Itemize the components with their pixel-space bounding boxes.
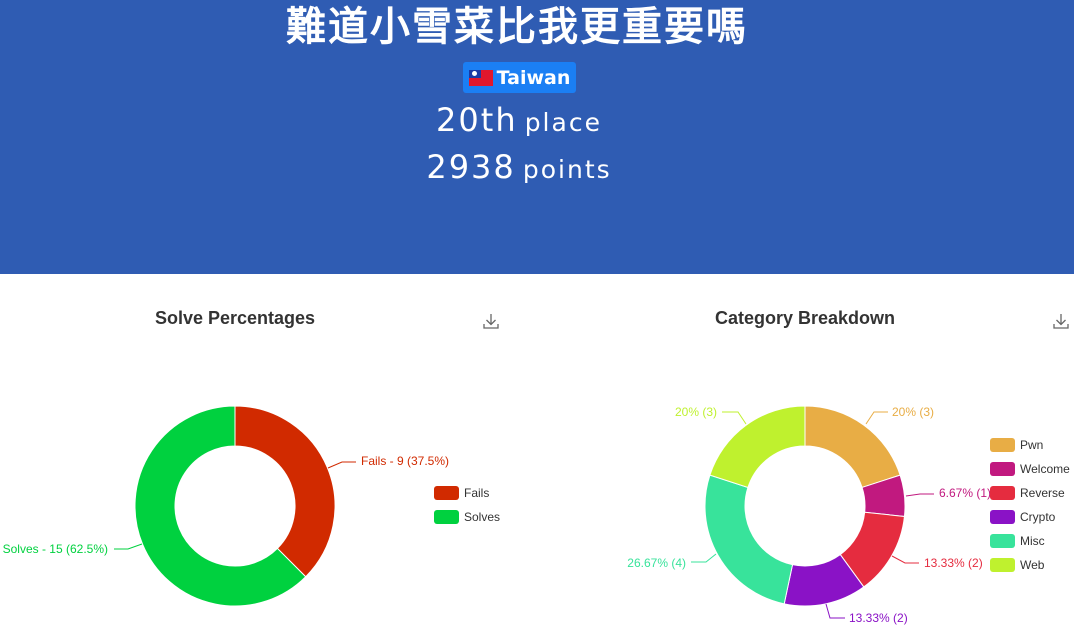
data-label-reverse: 13.33% (2) [924, 556, 983, 570]
country-badge[interactable]: Taiwan [463, 62, 576, 93]
team-points: 2938 points [0, 147, 1074, 193]
data-label-welcome: 6.67% (1) [939, 486, 991, 500]
category-breakdown-title: Category Breakdown [714, 308, 896, 328]
data-label-crypto: 13.33% (2) [849, 611, 908, 625]
legend-item-misc[interactable]: Misc [1020, 534, 1045, 548]
legend-swatch-solves[interactable] [434, 510, 459, 524]
leader-line-fails [327, 461, 356, 469]
legend-item-pwn[interactable]: Pwn [1020, 438, 1043, 452]
leader-line-web [722, 411, 747, 425]
slice-web[interactable] [709, 405, 806, 489]
legend-item-web[interactable]: Web [1020, 558, 1045, 572]
legend-swatch-crypto[interactable] [990, 510, 1015, 524]
legend-swatch-fails[interactable] [434, 486, 459, 500]
team-header: 難道小雪菜比我更重要嗎 Taiwan 20th place 2938 point… [0, 0, 1074, 274]
legend-swatch-reverse[interactable] [990, 486, 1015, 500]
slice-misc[interactable] [704, 474, 794, 605]
taiwan-flag-icon [468, 69, 493, 86]
points-suffix: points [522, 155, 612, 184]
legend-item-welcome[interactable]: Welcome [1020, 462, 1070, 476]
legend-swatch-web[interactable] [990, 558, 1015, 572]
data-label-misc: 26.67% (4) [627, 556, 686, 570]
points-value: 2938 [426, 148, 516, 186]
rank-value: 20th [436, 101, 518, 139]
country-name: Taiwan [496, 66, 571, 89]
legend-item-reverse[interactable]: Reverse [1020, 486, 1065, 500]
download-icon[interactable] [1052, 312, 1070, 330]
leader-line-solves [114, 543, 143, 550]
legend-swatch-welcome[interactable] [990, 462, 1015, 476]
slice-pwn[interactable] [804, 405, 901, 489]
leader-line-reverse [891, 555, 919, 564]
team-rank: 20th place [0, 100, 1074, 146]
download-icon[interactable] [482, 312, 500, 330]
solve-percentages-title: Solve Percentages [154, 308, 316, 328]
leader-line-welcome [905, 493, 934, 497]
data-label-solves: Solves - 15 (62.5%) [3, 542, 108, 556]
team-name: 難道小雪菜比我更重要嗎 [286, 4, 748, 50]
legend-item-fails[interactable]: Fails [464, 486, 489, 500]
leader-line-misc [691, 553, 717, 563]
data-label-web: 20% (3) [675, 405, 717, 419]
data-label-pwn: 20% (3) [892, 405, 934, 419]
legend-item-solves[interactable]: Solves [464, 510, 500, 524]
leader-line-pwn [865, 411, 888, 425]
slice-fails[interactable] [234, 405, 336, 578]
rank-suffix: place [524, 108, 602, 137]
legend-swatch-misc[interactable] [990, 534, 1015, 548]
leader-line-crypto [825, 603, 845, 619]
charts-canvas: Fails - 9 (37.5%) Fails Solves - 15 (62.5%… [3, 405, 1071, 625]
legend-item-crypto[interactable]: Crypto [1020, 510, 1056, 524]
legend-swatch-pwn[interactable] [990, 438, 1015, 452]
data-label-fails: Fails - 9 (37.5%) [361, 454, 449, 468]
